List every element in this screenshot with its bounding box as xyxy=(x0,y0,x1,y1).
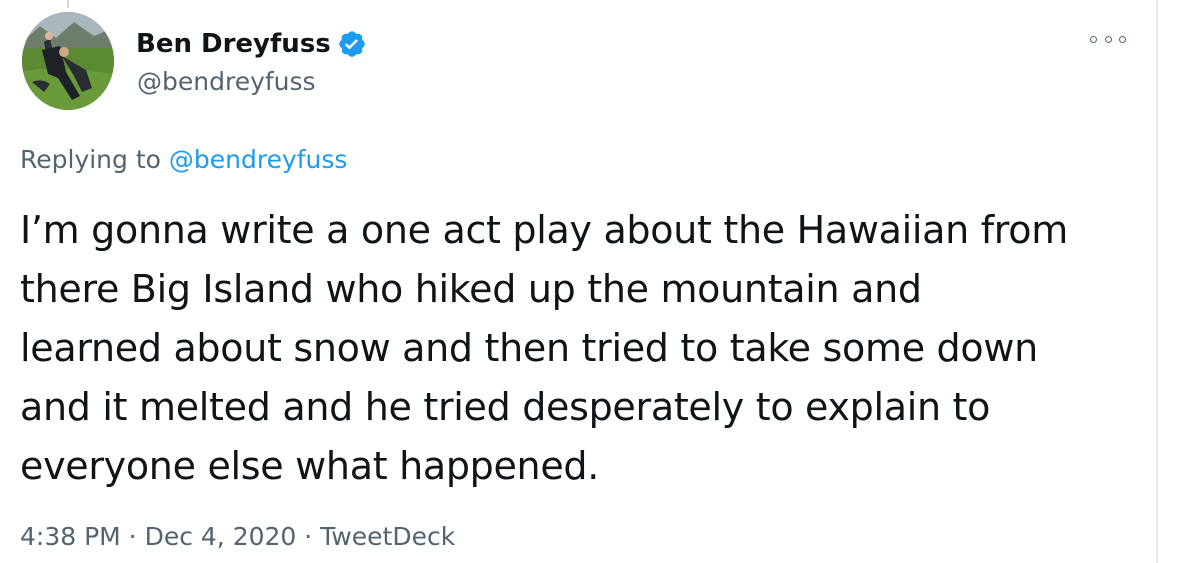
avatar[interactable] xyxy=(22,12,114,110)
more-options-icon[interactable] xyxy=(1090,29,1126,49)
replying-to: Replying to @bendreyfuss xyxy=(20,143,347,177)
tweet-card: Ben Dreyfuss @bendreyfuss Replying to @b… xyxy=(0,0,1200,563)
author-name[interactable]: Ben Dreyfuss xyxy=(136,26,331,62)
tweet-source[interactable]: TweetDeck xyxy=(320,522,455,551)
author-name-row[interactable]: Ben Dreyfuss xyxy=(136,26,367,62)
tweet-text-line: learned about snow and then tried to tak… xyxy=(20,326,1038,370)
more-dot xyxy=(1119,35,1126,43)
meta-separator: · xyxy=(296,522,321,551)
tweet-text-line: and it melted and he tried desperately t… xyxy=(20,385,991,429)
more-dot xyxy=(1104,35,1112,43)
tweet-meta: 4:38 PM · Dec 4, 2020 · TweetDeck xyxy=(20,520,455,554)
tweet-text-line: everyone else what happened. xyxy=(20,444,600,488)
meta-separator: · xyxy=(120,522,145,551)
replying-to-handle-link[interactable]: @bendreyfuss xyxy=(169,145,348,174)
tweet-text-line: I’m gonna write a one act play about the… xyxy=(20,208,1068,252)
tweet-date-link[interactable]: Dec 4, 2020 xyxy=(145,522,297,551)
avatar-image xyxy=(22,12,114,110)
tweet-text-line: there Big Island who hiked up the mounta… xyxy=(20,267,922,311)
tweet-time-link[interactable]: 4:38 PM xyxy=(20,522,121,551)
more-dot xyxy=(1090,35,1097,43)
replying-to-prefix: Replying to xyxy=(20,145,169,174)
author-handle[interactable]: @bendreyfuss xyxy=(137,66,316,98)
thread-connector-line xyxy=(67,0,69,8)
column-border xyxy=(1156,0,1158,563)
verified-badge-icon xyxy=(337,29,367,59)
tweet-text: I’m gonna write a one act play about the… xyxy=(20,201,1140,496)
